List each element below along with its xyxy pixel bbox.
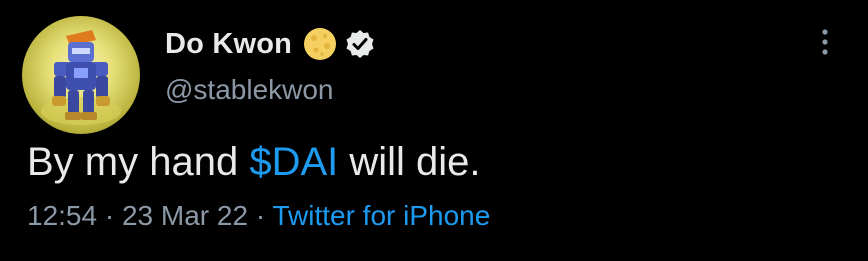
tweet-text: By my hand $DAI will die. (27, 140, 481, 185)
cashtag-link[interactable]: $DAI (249, 140, 338, 184)
more-options-button[interactable] (810, 24, 840, 60)
full-moon-face-emoji-icon (302, 26, 338, 62)
tweet-card: Do Kwon @stablekwon By my hand $DAI will… (0, 0, 868, 261)
display-name[interactable]: Do Kwon (165, 28, 292, 61)
tweet-meta: 12:54 · 23 Mar 22 · Twitter for iPhone (27, 200, 490, 232)
name-row: Do Kwon (165, 24, 376, 64)
author-block: Do Kwon @stablekwon (165, 24, 376, 106)
tweet-text-after: will die. (338, 140, 481, 184)
verified-badge-icon (344, 28, 376, 60)
vertical-ellipsis-icon (822, 29, 828, 55)
handle[interactable]: @stablekwon (165, 74, 376, 106)
meta-separator: · (97, 200, 122, 231)
avatar[interactable] (22, 16, 140, 134)
tweet-source-link[interactable]: Twitter for iPhone (272, 200, 490, 231)
tweet-text-before: By my hand (27, 140, 250, 184)
tweet-time[interactable]: 12:54 (27, 200, 97, 231)
tweet-date[interactable]: 23 Mar 22 (122, 200, 248, 231)
meta-separator: · (248, 200, 273, 231)
robot-avatar-icon (41, 30, 121, 125)
